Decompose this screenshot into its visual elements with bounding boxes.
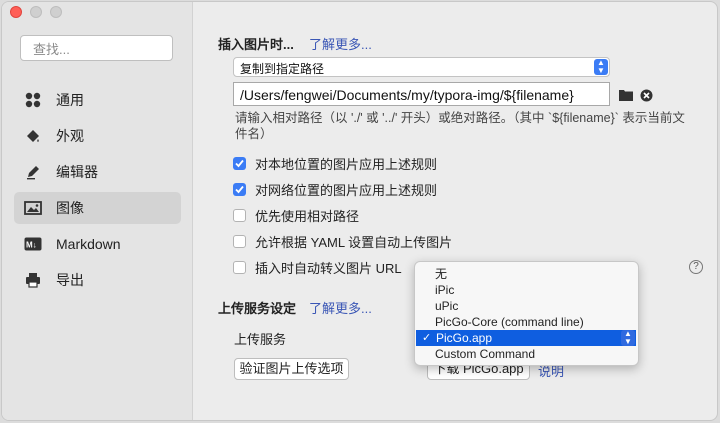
sidebar: 通用 外观 编辑器 图像 M (2, 2, 193, 420)
checkbox-local-images[interactable]: 对本地位置的图片应用上述规则 (233, 154, 437, 172)
verify-upload-button[interactable]: 验证图片上传选项 (234, 358, 349, 380)
upload-learn-more-link[interactable]: 了解更多... (309, 298, 372, 317)
markdown-icon: M↓ (24, 235, 42, 253)
checkbox-yaml-upload[interactable]: 允许根据 YAML 设置自动上传图片 (233, 232, 452, 250)
checkbox-unchecked-icon[interactable] (233, 208, 246, 222)
pencil-icon (24, 163, 42, 181)
dropdown-option[interactable]: Custom Command (415, 346, 638, 362)
path-input[interactable] (238, 83, 602, 107)
search-box[interactable] (20, 35, 173, 61)
upload-service-dropdown[interactable]: 无 iPic uPic PicGo-Core (command line) ✓ … (414, 261, 639, 366)
sidebar-item-label: 编辑器 (56, 164, 98, 180)
select-stepper-icon: ▲ ▼ (594, 59, 608, 75)
main-panel: 插入图片时... 了解更多... 复制到指定路径 ▲▼ 请输入相对路径（以 '.… (193, 2, 717, 420)
search-input[interactable] (31, 37, 165, 61)
checkbox-checked-icon[interactable] (233, 156, 246, 170)
sidebar-item-label: Markdown (56, 236, 121, 252)
sidebar-item-appearance[interactable]: 外观 (14, 120, 181, 152)
upload-service-label: 上传服务 (234, 332, 287, 347)
insert-action-value: 复制到指定路径 (240, 62, 325, 76)
checkbox-unchecked-icon[interactable] (233, 234, 246, 248)
sidebar-item-label: 图像 (56, 200, 84, 216)
upload-service-title: 上传服务设定 (218, 301, 297, 316)
zoom-window-button[interactable] (50, 6, 62, 18)
select-stepper-icon: ▲ ▼ (621, 330, 635, 346)
checkbox-label: 对本地位置的图片应用上述规则 (255, 156, 438, 172)
close-window-button[interactable] (10, 6, 22, 18)
grid-icon (24, 91, 42, 109)
preferences-window: 通用 外观 编辑器 图像 M (1, 1, 718, 421)
sidebar-item-label: 通用 (56, 92, 84, 108)
checkbox-label: 允许根据 YAML 设置自动上传图片 (255, 234, 453, 250)
sidebar-item-markdown[interactable]: M↓ Markdown (14, 228, 181, 260)
dropdown-option[interactable]: uPic (415, 298, 638, 314)
checkbox-relative-path[interactable]: 优先使用相对路径 (233, 206, 359, 224)
sidebar-item-image[interactable]: 图像 (14, 192, 181, 224)
checkbox-checked-icon[interactable] (233, 182, 246, 196)
printer-icon (24, 271, 42, 289)
sidebar-item-editor[interactable]: 编辑器 (14, 156, 181, 188)
sidebar-nav: 通用 外观 编辑器 图像 M↓ Markdown 导出 (14, 84, 181, 300)
minimize-window-button[interactable] (30, 6, 42, 18)
sidebar-item-label: 外观 (56, 128, 84, 144)
dropdown-option[interactable]: PicGo-Core (command line) (415, 314, 638, 330)
checkmark-icon: ✓ (422, 332, 432, 344)
dropdown-option[interactable]: 无 (415, 266, 638, 282)
folder-icon[interactable] (619, 88, 633, 102)
checkbox-label: 优先使用相对路径 (255, 208, 360, 224)
checkbox-label: 插入时自动转义图片 URL (255, 260, 402, 276)
svg-text:M↓: M↓ (26, 241, 37, 250)
checkbox-escape-url[interactable]: 插入时自动转义图片 URL (233, 258, 402, 276)
sidebar-item-general[interactable]: 通用 (14, 84, 181, 116)
sidebar-item-label: 导出 (56, 272, 84, 288)
insert-image-title: 插入图片时... (218, 37, 294, 52)
paint-bucket-icon (24, 127, 42, 145)
help-icon[interactable]: ? (689, 260, 703, 274)
checkbox-label: 对网络位置的图片应用上述规则 (255, 182, 438, 198)
sidebar-item-export[interactable]: 导出 (14, 264, 181, 296)
path-hint-text: 请输入相对路径（以 './' 或 '../' 开头）或绝对路径。（其中 `${f… (235, 111, 685, 141)
image-icon (24, 199, 42, 217)
dropdown-option[interactable]: iPic (415, 282, 638, 298)
clear-icon[interactable] (639, 88, 653, 102)
insert-action-select[interactable]: 复制到指定路径 ▲ ▼ (233, 57, 610, 77)
checkbox-unchecked-icon[interactable] (233, 260, 246, 274)
dropdown-option-selected[interactable]: ✓ PicGo.app ▲ ▼ (416, 330, 636, 346)
insert-learn-more-link[interactable]: 了解更多... (309, 34, 372, 53)
path-field[interactable] (233, 82, 610, 107)
checkbox-network-images[interactable]: 对网络位置的图片应用上述规则 (233, 180, 437, 198)
window-controls (10, 6, 62, 18)
